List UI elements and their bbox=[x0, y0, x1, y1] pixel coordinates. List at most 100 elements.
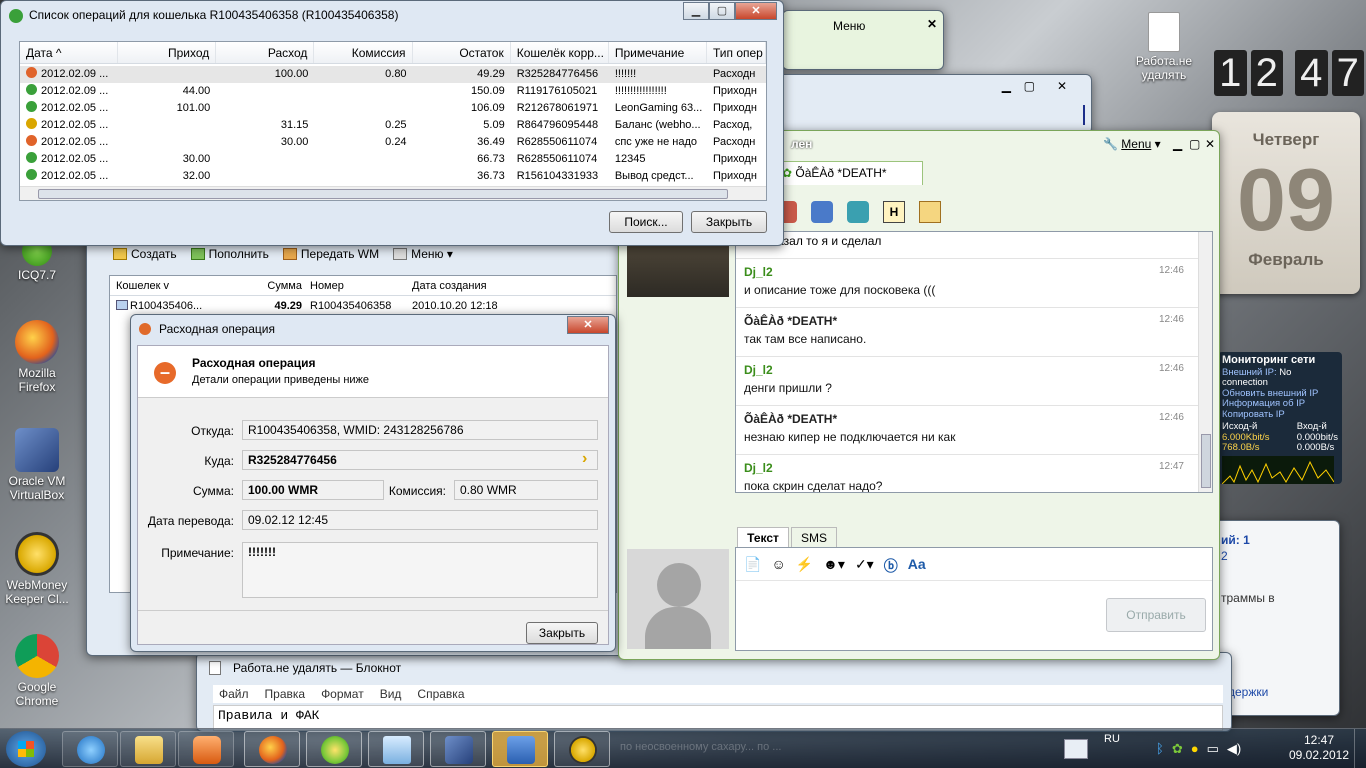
close-button[interactable]: ✕ bbox=[735, 2, 777, 20]
menu-edit[interactable]: Правка bbox=[265, 685, 306, 703]
netmon-copy-link[interactable]: Копировать IP bbox=[1222, 409, 1338, 421]
ops-table-row[interactable]: 2012.02.09 ... 44.00 150.09 R119176105021!!… bbox=[20, 83, 766, 100]
taskbar-notepad[interactable] bbox=[368, 731, 424, 767]
taskbar-icq[interactable] bbox=[306, 731, 362, 767]
maximize-button[interactable]: ▢ bbox=[709, 2, 735, 20]
ops-table-row[interactable]: 2012.02.05 ... 30.00 0.24 36.49 R62855061107… bbox=[20, 134, 766, 151]
scrollbar-thumb[interactable] bbox=[38, 189, 728, 199]
photos-icon[interactable] bbox=[811, 201, 833, 223]
wallet-name: R100435406... bbox=[130, 300, 203, 312]
b-icon[interactable]: ⓑ bbox=[884, 556, 898, 576]
tray-clock[interactable]: 12:47 09.02.2012 bbox=[1284, 733, 1354, 763]
to-field[interactable]: R325284776456 bbox=[242, 450, 598, 470]
ops-table-row[interactable]: 2012.02.05 ... 101.00 106.09 R212678061971 L… bbox=[20, 100, 766, 117]
history-icon[interactable]: H bbox=[883, 201, 905, 223]
games-icon[interactable] bbox=[847, 201, 869, 223]
col-created[interactable]: Дата создания bbox=[408, 276, 528, 295]
desktop-icon-virtualbox[interactable]: Oracle VM VirtualBox bbox=[2, 428, 72, 502]
volume-icon[interactable]: ◀) bbox=[1227, 741, 1241, 757]
icq-tray-icon[interactable]: ✿ bbox=[1172, 741, 1183, 757]
taskbar-explorer[interactable] bbox=[120, 731, 176, 767]
taskbar-media[interactable] bbox=[178, 731, 234, 767]
col-number[interactable]: Номер bbox=[306, 276, 408, 295]
icq-menu-button[interactable]: 🔧 Menu ▾ bbox=[1103, 137, 1161, 151]
col-note[interactable]: Примечание bbox=[609, 42, 707, 63]
row-bal: 106.09 bbox=[471, 102, 505, 114]
bluetooth-icon[interactable]: ᛒ bbox=[1156, 741, 1164, 757]
tab-text[interactable]: Текст bbox=[737, 527, 789, 547]
font-icon[interactable]: Aa bbox=[908, 556, 926, 576]
col-expense[interactable]: Расход bbox=[216, 42, 315, 63]
handwriting-icon[interactable] bbox=[1064, 739, 1088, 759]
col-fee[interactable]: Комиссия bbox=[314, 42, 413, 63]
fee-field: 0.80 WMR bbox=[454, 480, 598, 500]
close-icon[interactable]: ✕ bbox=[1057, 79, 1067, 93]
menu-file[interactable]: Файл bbox=[219, 685, 249, 703]
dialog-close-button[interactable]: ✕ bbox=[567, 316, 609, 334]
contact-card-icon[interactable] bbox=[919, 201, 941, 223]
horizontal-scrollbar[interactable] bbox=[20, 186, 766, 200]
menu-view[interactable]: Вид bbox=[380, 685, 402, 703]
chat-tab[interactable]: ✿ ÕàÊÀð *DEATH* bbox=[777, 161, 923, 185]
menu-help[interactable]: Справка bbox=[417, 685, 464, 703]
language-indicator[interactable]: RU bbox=[1104, 733, 1120, 745]
col-wallet[interactable]: Кошелек v bbox=[110, 276, 220, 295]
netmon-info-link[interactable]: Информация об IP bbox=[1222, 398, 1338, 410]
close-icon[interactable]: ✕ bbox=[927, 17, 937, 31]
file-send-icon[interactable]: 📄 bbox=[744, 556, 761, 576]
show-desktop-button[interactable] bbox=[1354, 729, 1366, 768]
webmoney-tray-icon[interactable]: ● bbox=[1191, 741, 1199, 757]
close-ops-button[interactable]: Закрыть bbox=[691, 211, 767, 233]
minimize-icon[interactable]: ▁ bbox=[1002, 79, 1011, 93]
desktop-icon-label: Mozilla Firefox bbox=[18, 366, 56, 394]
col-income[interactable]: Приход bbox=[118, 42, 217, 63]
dialog-close-btn[interactable]: Закрыть bbox=[526, 622, 598, 644]
ops-table-row[interactable]: 2012.02.05 ... 32.00 36.73 R156104331933 Выв… bbox=[20, 168, 766, 185]
maximize-icon[interactable]: ▢ bbox=[1189, 137, 1200, 151]
start-button[interactable] bbox=[6, 731, 46, 767]
desktop-icon-webmoney[interactable]: WebMoney Keeper Cl... bbox=[2, 532, 72, 606]
taskbar-ie[interactable] bbox=[62, 731, 118, 767]
col-sum[interactable]: Сумма bbox=[220, 276, 306, 295]
keeper-menu-button[interactable]: Меню ▾ bbox=[393, 247, 453, 261]
taskbar-webmoney-bee[interactable] bbox=[554, 731, 610, 767]
row-type: Приходн bbox=[712, 102, 757, 114]
taskbar-keeper[interactable] bbox=[492, 731, 548, 767]
desktop-icon-textfile[interactable]: Работа.не удалять bbox=[1126, 12, 1202, 82]
taskbar-virtualbox[interactable] bbox=[430, 731, 486, 767]
maximize-icon[interactable]: ▢ bbox=[1024, 79, 1035, 93]
menu-icon bbox=[393, 248, 408, 260]
chat-scrollbar[interactable] bbox=[1198, 232, 1212, 492]
lightning-icon[interactable]: ⚡ bbox=[796, 556, 813, 576]
minimize-button[interactable]: ▁ bbox=[683, 2, 709, 20]
col-corr-wallet[interactable]: Кошелёк корр... bbox=[511, 42, 609, 63]
col-date[interactable]: Дата ^ bbox=[20, 42, 119, 63]
menu-format[interactable]: Формат bbox=[321, 685, 364, 703]
create-button[interactable]: Создать bbox=[113, 247, 177, 261]
wallet-row[interactable]: R100435406... 49.29 R100435406358 2010.1… bbox=[110, 298, 616, 314]
ops-table-row[interactable]: 2012.02.05 ... 30.00 66.73 R628550611074 123… bbox=[20, 151, 766, 168]
icq-menu-label[interactable]: Меню bbox=[833, 19, 865, 33]
scrollbar-thumb[interactable] bbox=[1201, 434, 1211, 488]
ops-table-row[interactable]: 2012.02.09 ... 100.00 0.80 49.29 R3252847764… bbox=[20, 66, 766, 83]
network-monitor-gadget: Мониторинг сети Внешний IP: No connectio… bbox=[1218, 352, 1342, 484]
tab-sms[interactable]: SMS bbox=[791, 527, 837, 547]
desktop-icon-chrome[interactable]: Google Chrome bbox=[2, 634, 72, 708]
ops-table-row[interactable]: 2012.02.05 ... 31.15 0.25 5.09 R864796095448… bbox=[20, 117, 766, 134]
taskbar-firefox[interactable] bbox=[244, 731, 300, 767]
send-button[interactable]: Отправить bbox=[1106, 598, 1206, 632]
arrow-right-icon[interactable]: › bbox=[582, 450, 587, 468]
col-balance[interactable]: Остаток bbox=[413, 42, 511, 63]
translate-icon[interactable]: ✓▾ bbox=[855, 556, 874, 576]
desktop-icon-firefox[interactable]: Mozilla Firefox bbox=[2, 320, 72, 394]
search-button[interactable]: Поиск... bbox=[609, 211, 683, 233]
smiley-icon[interactable]: ☺ bbox=[771, 556, 785, 576]
network-icon[interactable]: ▭ bbox=[1207, 741, 1219, 757]
emoticon-pack-icon[interactable]: ☻▾ bbox=[823, 556, 845, 576]
fund-button[interactable]: Пополнить bbox=[190, 247, 269, 261]
col-type[interactable]: Тип опер bbox=[707, 42, 766, 63]
avatar-silhouette-icon bbox=[657, 563, 701, 607]
send-wm-button[interactable]: Передать WM bbox=[282, 247, 379, 261]
close-icon[interactable]: ✕ bbox=[1205, 137, 1215, 151]
minimize-icon[interactable]: ▁ bbox=[1173, 137, 1182, 151]
